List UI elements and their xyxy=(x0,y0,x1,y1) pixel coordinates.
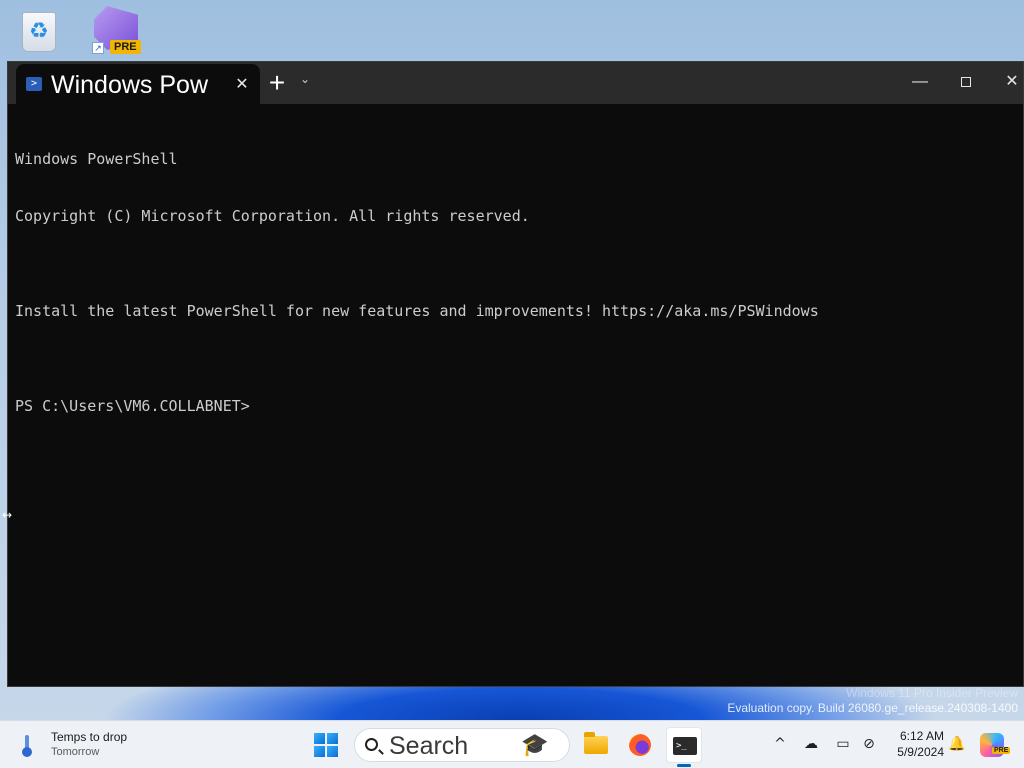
search-icon xyxy=(365,738,378,751)
weather-subtitle: Tomorrow xyxy=(51,746,100,758)
search-placeholder: Search xyxy=(389,732,469,760)
network-icon[interactable]: ⊘ xyxy=(858,733,880,755)
taskbar: Temps to drop Tomorrow Search 🎓 >_ ^ ☁ ▭… xyxy=(0,720,1024,768)
start-button[interactable] xyxy=(314,733,338,757)
clock-time: 6:12 AM xyxy=(899,729,944,743)
watermark-build: Evaluation copy. Build 26080.ge_release.… xyxy=(727,701,1018,715)
terminal-button[interactable]: >_ xyxy=(666,727,702,763)
firefox-button[interactable] xyxy=(622,727,658,763)
copilot-preview-badge: PRE xyxy=(992,747,1011,754)
terminal-icon: >_ xyxy=(673,737,697,755)
title-bar[interactable]: > Windows Pow ✕ + ⌄ — ✕ xyxy=(8,62,1023,104)
tab-title: Windows Pow xyxy=(51,71,208,99)
graduation-cap-icon: 🎓 xyxy=(521,732,549,757)
search-box[interactable]: Search 🎓 xyxy=(354,728,570,762)
maximize-icon xyxy=(961,76,971,87)
maximize-button[interactable] xyxy=(943,62,989,102)
console-prompt: PS C:\Users\VM6.COLLABNET> xyxy=(15,397,250,415)
console-line: Install the latest PowerShell for new fe… xyxy=(15,302,819,320)
powershell-icon: > xyxy=(26,77,42,91)
windows-logo-icon xyxy=(314,733,325,744)
clock-date: 5/9/2024 xyxy=(897,745,944,759)
show-hidden-icons-button[interactable]: ^ xyxy=(769,733,791,755)
close-button[interactable]: ✕ xyxy=(989,62,1024,102)
thermometer-icon xyxy=(22,735,32,757)
console-line: Copyright (C) Microsoft Corporation. All… xyxy=(15,207,530,225)
tab-powershell[interactable]: > Windows Pow ✕ xyxy=(16,64,260,104)
new-tab-button[interactable]: + xyxy=(263,68,291,98)
chevron-down-icon[interactable]: ⌄ xyxy=(300,72,310,86)
watermark-edition: Windows 11 Pro Insider Preview xyxy=(846,686,1018,700)
onedrive-icon[interactable]: ☁ xyxy=(800,733,822,755)
file-explorer-button[interactable] xyxy=(578,727,614,763)
console-output[interactable]: Windows PowerShell Copyright (C) Microso… xyxy=(15,112,1023,454)
evaluation-watermark: Windows 11 Pro Insider Preview Evaluatio… xyxy=(727,686,1018,716)
console-line: Windows PowerShell xyxy=(15,150,178,168)
preview-badge: PRE xyxy=(110,40,141,54)
active-app-indicator xyxy=(677,764,691,767)
shortcut-arrow-icon: ↗ xyxy=(92,42,104,54)
display-icon[interactable]: ▭ xyxy=(832,733,854,755)
weather-title: Temps to drop xyxy=(51,730,128,744)
clock[interactable]: 6:12 AM 5/9/2024 xyxy=(884,728,944,760)
recycle-bin-graphic xyxy=(22,12,56,52)
recycle-bin-icon[interactable] xyxy=(14,6,70,62)
visual-studio-icon[interactable]: ↗ PRE xyxy=(88,4,144,60)
folder-icon xyxy=(584,732,608,754)
minimize-button[interactable]: — xyxy=(897,62,943,102)
resize-cursor-icon: ↔ xyxy=(2,508,13,522)
tab-close-button[interactable]: ✕ xyxy=(232,74,252,94)
notification-bell-icon[interactable]: 🔔 xyxy=(946,733,968,755)
firefox-icon xyxy=(629,734,651,756)
terminal-window: > Windows Pow ✕ + ⌄ — ✕ Windows PowerShe… xyxy=(7,61,1024,687)
